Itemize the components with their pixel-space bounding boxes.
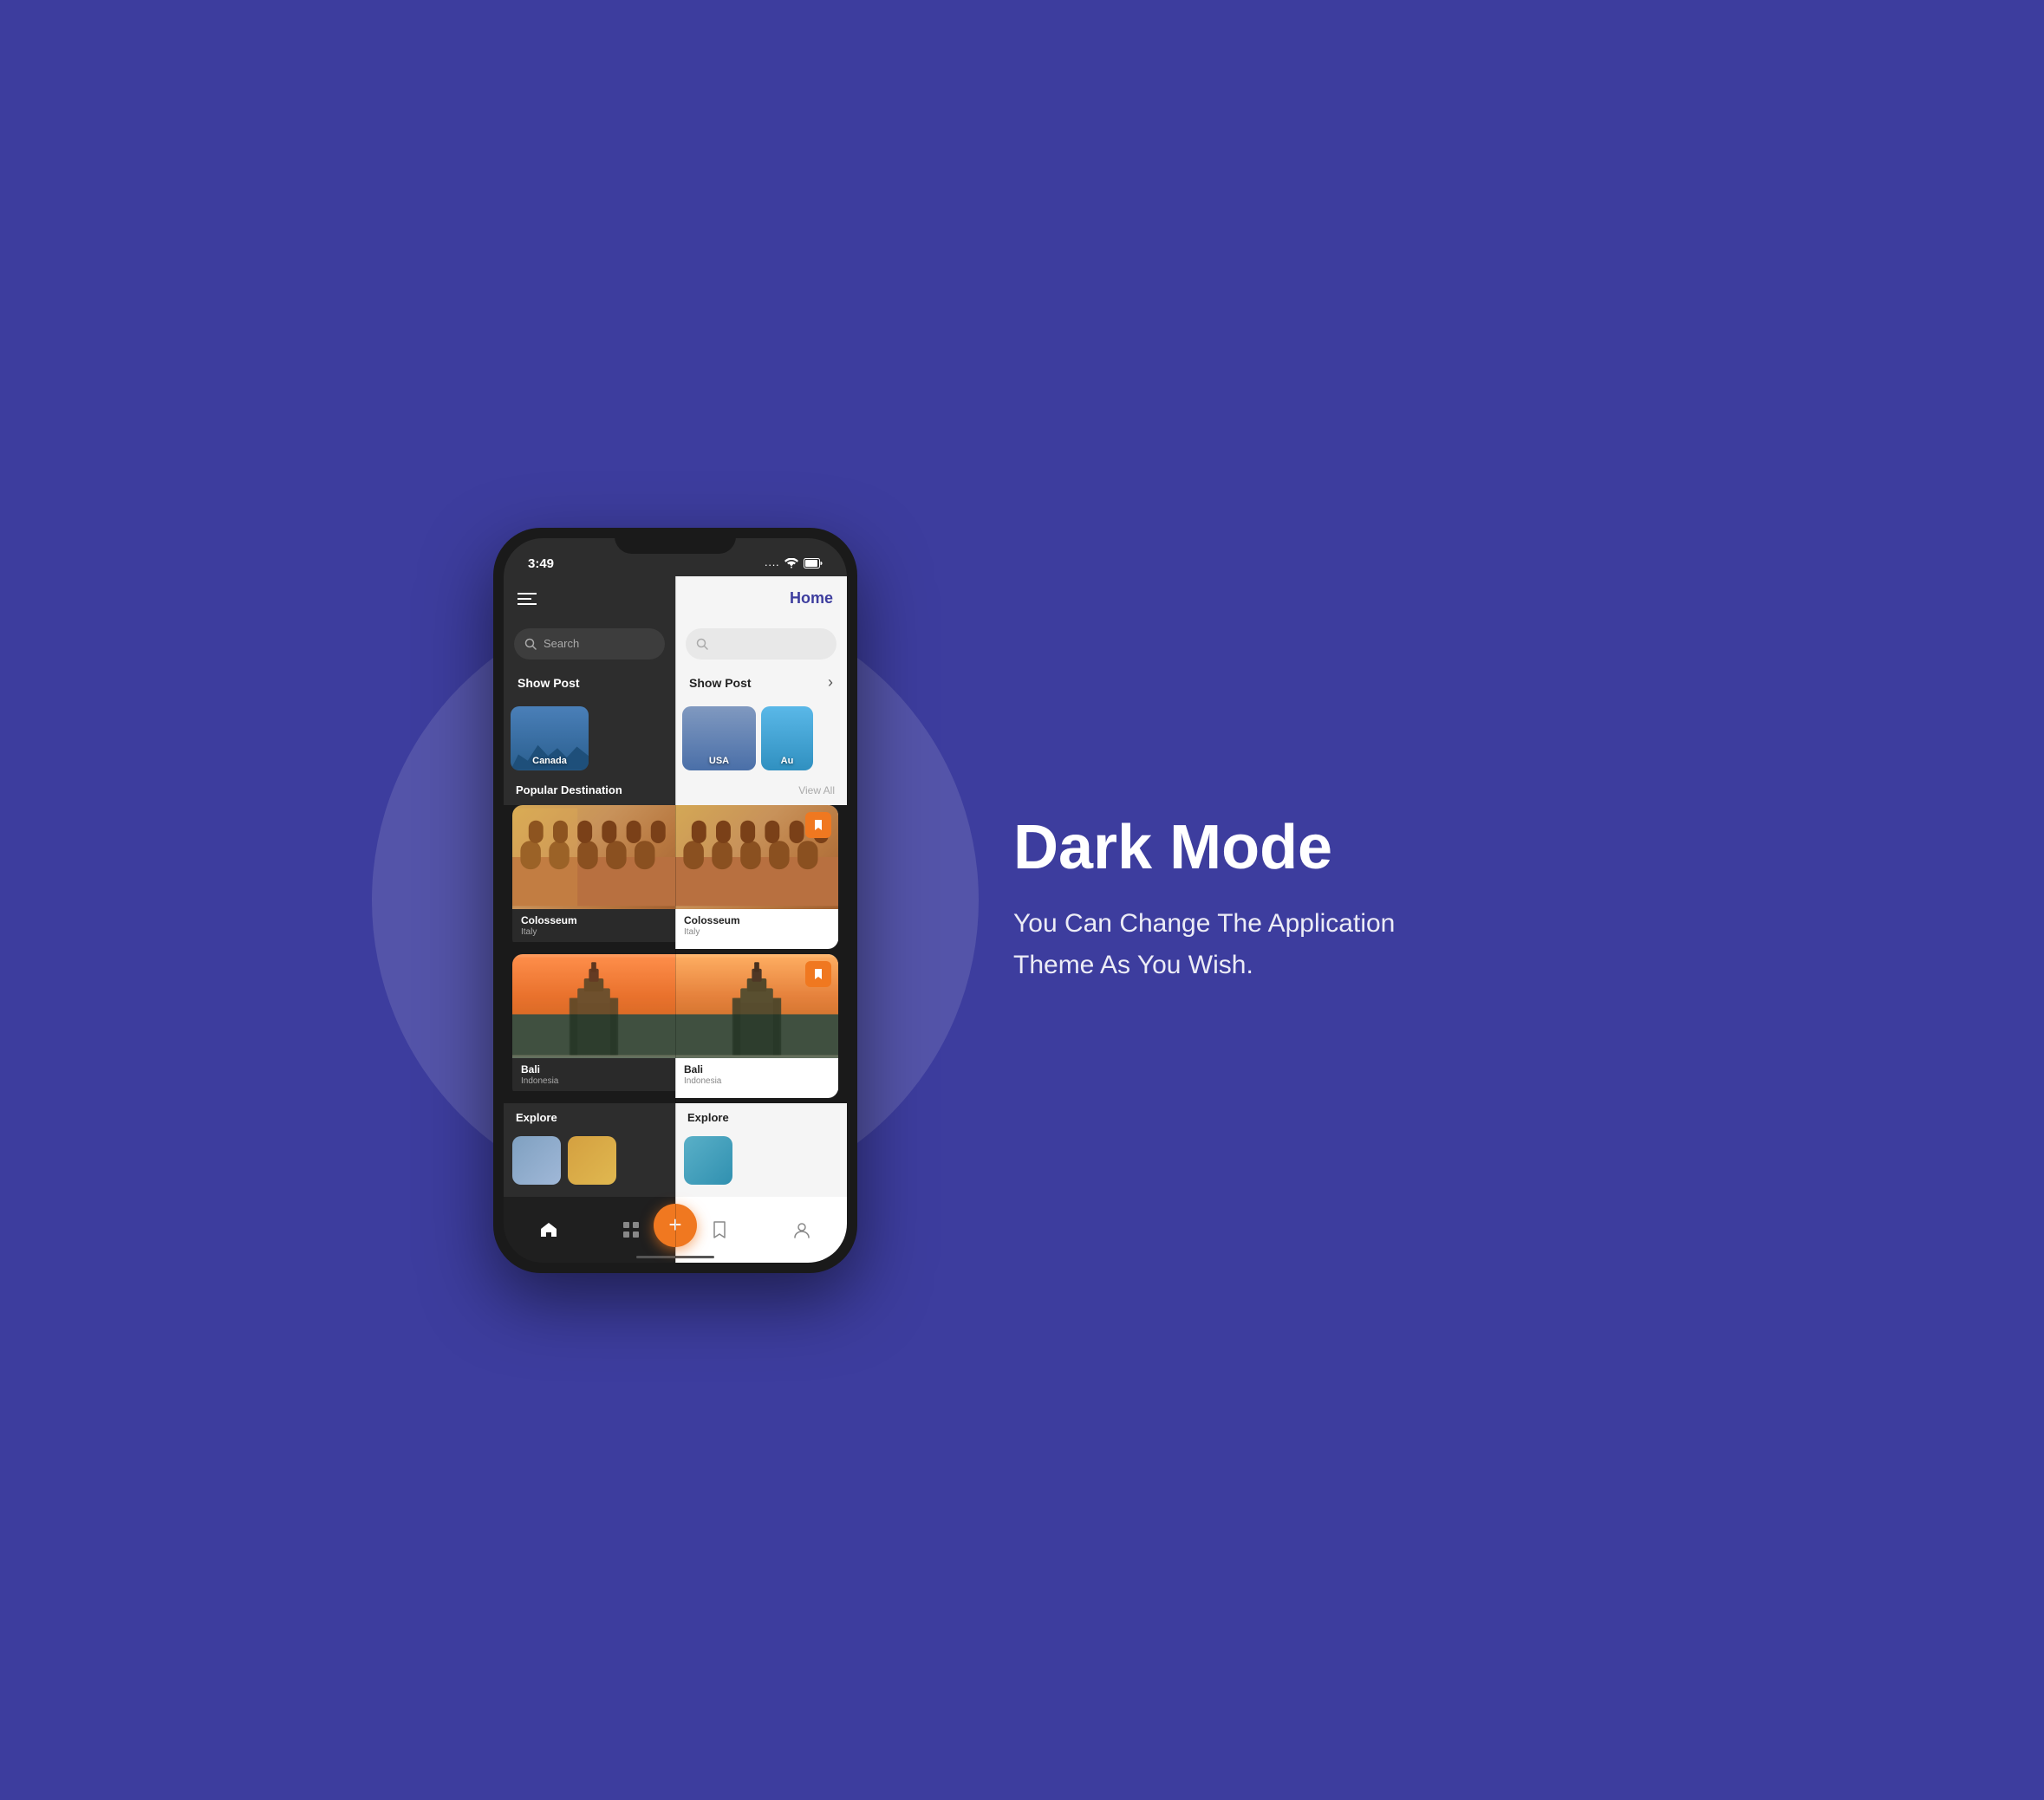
colosseum-country-light: Italy: [684, 927, 830, 937]
bali-name-dark: Bali: [521, 1063, 667, 1075]
colosseum-country-dark: Italy: [521, 927, 667, 937]
popular-dest-title-dark: Popular Destination: [516, 783, 622, 796]
bali-country-light: Indonesia: [684, 1076, 830, 1086]
dark-mode-title: Dark Mode: [1013, 814, 1499, 882]
explore-thumb-2-dark[interactable]: [568, 1136, 616, 1185]
bali-country-dark: Indonesia: [521, 1076, 667, 1086]
battery-icon: [804, 558, 823, 571]
home-icon-dark: [539, 1220, 558, 1239]
show-post-label-light: Show Post: [689, 676, 752, 690]
colosseum-bookmark[interactable]: [805, 812, 831, 838]
bali-illustration-dark: [512, 954, 675, 1058]
search-placeholder-dark: Search: [544, 637, 579, 650]
status-time: 3:49: [528, 556, 554, 571]
nav-grid-dark[interactable]: [622, 1221, 640, 1238]
split-divider: [675, 576, 676, 1263]
explore-thumb-3-light[interactable]: [684, 1136, 732, 1185]
category-au[interactable]: Au: [761, 706, 813, 770]
nav-bookmark-light[interactable]: [712, 1220, 727, 1239]
category-canada[interactable]: Canada: [511, 706, 589, 770]
colosseum-name-dark: Colosseum: [521, 914, 667, 926]
colosseum-name-light: Colosseum: [684, 914, 830, 926]
search-icon-light: [696, 638, 708, 650]
right-panel: Dark Mode You Can Change The Application…: [961, 779, 1551, 1021]
colosseum-illustration: [512, 805, 675, 909]
bali-bookmark-icon: [813, 968, 823, 980]
explore-title-dark: Explore: [516, 1111, 557, 1124]
search-icon-dark: [524, 638, 537, 650]
category-usa[interactable]: USA: [682, 706, 756, 770]
search-bar-dark[interactable]: Search: [514, 628, 665, 660]
bookmark-nav-icon: [712, 1220, 727, 1239]
hamburger-menu[interactable]: [518, 593, 537, 605]
status-icons: ····: [765, 558, 823, 571]
bali-bookmark[interactable]: [805, 961, 831, 987]
bookmark-icon: [813, 819, 823, 831]
search-bar-light[interactable]: [686, 628, 836, 660]
explore-title-light: Explore: [687, 1111, 729, 1124]
phone-wrapper: 3:49 ····: [493, 528, 857, 1273]
bali-name-light: Bali: [684, 1063, 830, 1075]
dark-mode-description: You Can Change The Application Theme As …: [1013, 903, 1499, 986]
home-title: Home: [790, 589, 833, 608]
desc-line1: You Can Change The Application: [1013, 909, 1395, 938]
wifi-icon: [784, 558, 798, 571]
desc-line2: Theme As You Wish.: [1013, 951, 1253, 979]
show-post-label-dark: Show Post: [518, 676, 580, 690]
phone-device: 3:49 ····: [493, 528, 857, 1273]
nav-home-dark[interactable]: [539, 1220, 558, 1239]
phone-notch: [615, 528, 736, 554]
canada-label: Canada: [532, 756, 567, 766]
signal-icon: ····: [765, 558, 779, 571]
page-container: 3:49 ····: [0, 0, 2044, 1800]
usa-label: USA: [709, 756, 729, 766]
view-all-light[interactable]: View All: [798, 784, 835, 796]
show-post-arrow[interactable]: ›: [828, 673, 833, 692]
explore-thumb-1-dark[interactable]: [512, 1136, 561, 1185]
phone-screen: 3:49 ····: [504, 538, 847, 1263]
profile-icon: [792, 1220, 811, 1239]
nav-profile-light[interactable]: [792, 1220, 811, 1239]
grid-icon-dark: [622, 1221, 640, 1238]
au-label: Au: [781, 756, 794, 766]
